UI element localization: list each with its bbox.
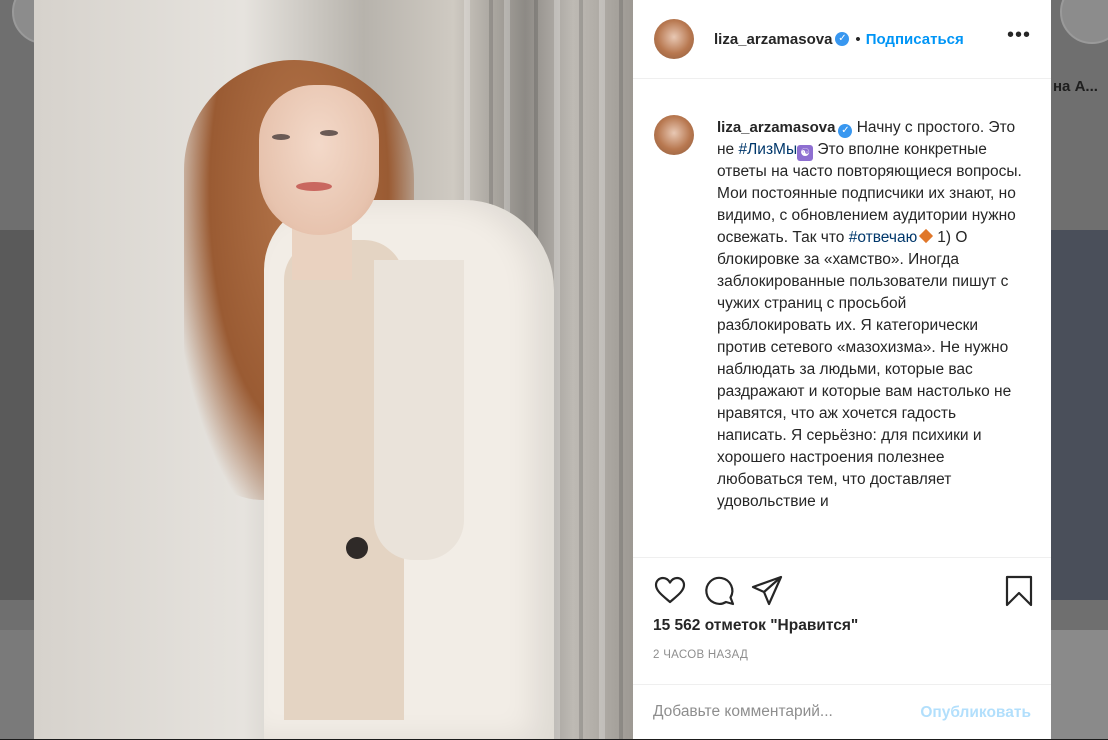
caption-part-3: 1) О блокировке за «хамство». Иногда заб… xyxy=(717,229,1012,510)
verified-badge-icon: ✓ xyxy=(838,124,853,138)
background-post-tile xyxy=(0,630,34,739)
hashtag-link[interactable]: #отвечаю xyxy=(849,229,918,246)
background-post-tile xyxy=(1051,230,1108,600)
caption-scroll-area[interactable]: liza_arzamasova ✓ Начну с простого. Это н… xyxy=(633,79,1051,557)
separator-dot: • xyxy=(855,30,861,48)
background-post-tile xyxy=(0,230,34,600)
publish-comment-button[interactable]: Опубликовать xyxy=(920,704,1031,722)
orange-diamond-emoji-icon xyxy=(919,228,934,244)
comment-icon[interactable] xyxy=(702,574,736,608)
background-story-avatar xyxy=(1060,0,1108,44)
more-options-icon[interactable]: ••• xyxy=(1007,25,1031,45)
hashtag-link[interactable]: #ЛизМы xyxy=(739,141,798,158)
post-timestamp[interactable]: 2 ЧАСОВ НАЗАД xyxy=(653,649,748,661)
share-icon[interactable] xyxy=(750,574,784,608)
background-post-tile xyxy=(1051,630,1108,739)
post-username[interactable]: liza_arzamasova xyxy=(714,31,832,48)
caption-username[interactable]: liza_arzamasova xyxy=(717,119,835,136)
heart-icon[interactable] xyxy=(653,574,687,608)
post-actions xyxy=(653,574,1033,608)
avatar[interactable] xyxy=(654,115,694,155)
background-profile-name: на А... xyxy=(1053,78,1098,95)
comment-input[interactable] xyxy=(653,697,893,727)
comment-bar: Опубликовать xyxy=(633,684,1051,740)
verified-badge-icon: ✓ xyxy=(835,32,850,46)
post-side-panel: liza_arzamasova ✓ • Подписаться ••• liza… xyxy=(633,0,1051,739)
likes-count[interactable]: 15 562 отметок "Нравится" xyxy=(653,617,858,635)
yin-yang-emoji-icon: ☯ xyxy=(797,145,814,161)
caption-text: liza_arzamasova ✓ Начну с простого. Это н… xyxy=(717,117,1022,513)
post-photo[interactable] xyxy=(34,0,633,739)
post-header: liza_arzamasova ✓ • Подписаться ••• xyxy=(633,0,1051,79)
follow-button[interactable]: Подписаться xyxy=(866,31,964,48)
bookmark-icon[interactable] xyxy=(1002,574,1036,608)
divider xyxy=(633,557,1051,558)
avatar[interactable] xyxy=(654,19,694,59)
